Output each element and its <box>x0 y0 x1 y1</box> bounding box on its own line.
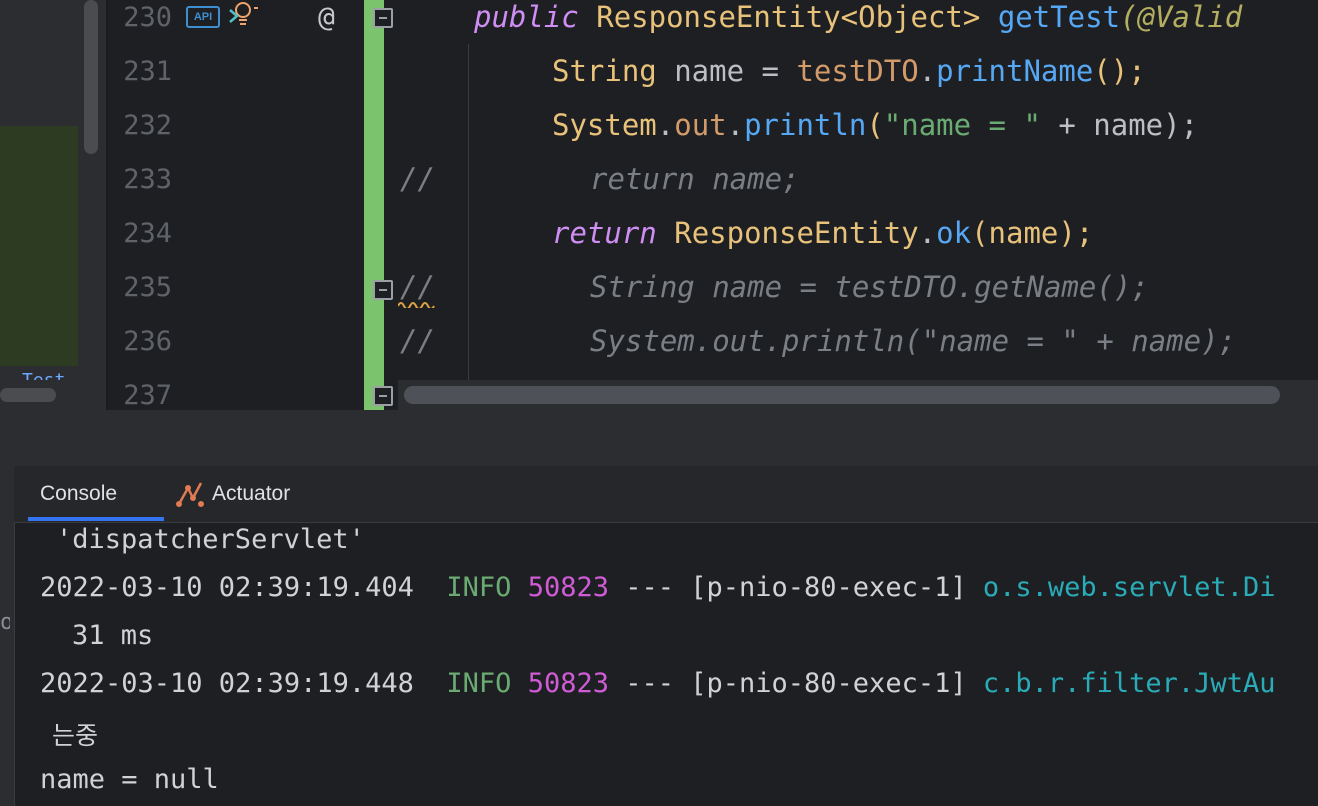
code-text: ( <box>866 108 884 142</box>
console-line: 는중 <box>52 722 99 750</box>
comment-text: return name; <box>590 162 800 196</box>
code-line-234: return ResponseEntity.ok(name); <box>552 216 1093 250</box>
log-pid: 50823 <box>527 572 609 603</box>
line-number: 233 <box>123 164 172 195</box>
line-number: 234 <box>123 218 172 249</box>
editor-horizontal-scrollbar[interactable] <box>404 386 1280 404</box>
run-tool-window: oc Console Actuator 'dispatcherServlet' … <box>0 466 1318 806</box>
comment-slashes: // <box>400 270 435 304</box>
project-vertical-scrollbar[interactable] <box>84 0 98 154</box>
code-text: . <box>918 54 937 88</box>
class-name: ResponseEntity<Object> <box>596 0 981 34</box>
class-name: ResponseEntity <box>674 216 919 250</box>
console-line: name = null <box>40 764 219 795</box>
project-horizontal-scrollbar[interactable] <box>0 388 56 402</box>
code-line-231: String name = testDTO.printName(); <box>552 54 1146 88</box>
gutter-fragment: oc <box>0 610 10 635</box>
tab-actuator[interactable]: Actuator <box>212 466 290 522</box>
fold-marker[interactable] <box>373 386 395 410</box>
type: String <box>552 54 657 88</box>
project-item-fragment: Test <box>22 368 72 380</box>
comment-slashes: // <box>400 324 435 358</box>
console-line: 'dispatcherServlet' <box>56 524 365 555</box>
method-name: getTest <box>997 0 1121 34</box>
method-call: ok <box>936 216 972 250</box>
variable: testDTO <box>796 54 919 88</box>
log-separator: --- <box>608 572 691 603</box>
method-call: printName <box>936 54 1094 88</box>
tool-window-header <box>0 410 1318 466</box>
selected-tree-area <box>0 126 78 366</box>
log-level: INFO <box>446 668 512 699</box>
code-text: . <box>918 216 937 250</box>
active-tab-indicator <box>28 517 164 521</box>
line-number: 236 <box>123 326 172 357</box>
log-thread: [p-nio-80-exec-1] <box>690 668 967 699</box>
code-editor[interactable]: 230 231 232 233 234 235 236 237 API @ pu… <box>108 0 1318 410</box>
log-thread: [p-nio-80-exec-1] <box>690 572 967 603</box>
code-text: name = <box>656 54 797 88</box>
line-number: 230 <box>123 2 172 33</box>
actuator-icon[interactable] <box>174 478 206 510</box>
log-logger[interactable]: c.b.r.filter.JwtAu <box>983 668 1276 699</box>
log-level: INFO <box>446 572 512 603</box>
field: out <box>674 108 727 142</box>
tool-tabs: Console Actuator <box>14 466 1318 523</box>
tab-console[interactable]: Console <box>40 466 117 522</box>
console-log-line: 2022-03-10 02:39:19.448 INFO 50823 --- [… <box>40 668 1275 699</box>
line-number: 231 <box>123 56 172 87</box>
code-text: + name); <box>1040 108 1199 142</box>
line-number: 235 <box>123 272 172 303</box>
tool-window-left-strip: oc <box>0 466 15 806</box>
console-line: 31 ms <box>72 620 154 651</box>
type: System <box>552 108 657 142</box>
lightbulb-icon[interactable] <box>226 0 260 30</box>
comment-text: System.out.println("name = " + name); <box>590 324 1237 358</box>
console-log-line: 2022-03-10 02:39:19.404 INFO 50823 --- [… <box>40 572 1275 603</box>
keyword: return <box>552 216 657 250</box>
line-number: 232 <box>123 110 172 141</box>
string-literal: "name = " <box>883 108 1041 142</box>
log-timestamp: 2022-03-10 02:39:19.404 <box>40 572 414 603</box>
warning-squiggle <box>398 302 435 308</box>
code-text: . <box>726 108 745 142</box>
indent-guide <box>468 44 469 384</box>
project-panel: Test <box>0 0 106 410</box>
api-icon-label: API <box>193 11 213 23</box>
method-call: println <box>744 108 867 142</box>
log-timestamp: 2022-03-10 02:39:19.448 <box>40 668 414 699</box>
comment-text: String name = testDTO.getName(); <box>590 270 1149 304</box>
code-text: . <box>656 108 675 142</box>
fold-marker[interactable] <box>373 280 395 304</box>
log-separator: --- <box>608 668 691 699</box>
keyword: public <box>474 0 579 34</box>
api-endpoint-icon[interactable]: API <box>186 6 220 28</box>
code-line-232: System.out.println("name = " + name); <box>552 108 1198 142</box>
comment-slashes: // <box>400 162 435 196</box>
line-number: 237 <box>123 380 172 410</box>
log-logger[interactable]: o.s.web.servlet.Di <box>983 572 1276 603</box>
vcs-change-marker[interactable] <box>364 0 384 410</box>
mapping-at-icon[interactable]: @ <box>318 0 335 33</box>
code-text: (name); <box>971 216 1094 250</box>
fold-marker[interactable] <box>373 8 395 32</box>
code-line-230: public ResponseEntity<Object> getTest(@V… <box>474 0 1242 34</box>
log-pid: 50823 <box>527 668 609 699</box>
annotation: (@Valid <box>1120 0 1243 34</box>
code-text: (); <box>1093 54 1146 88</box>
